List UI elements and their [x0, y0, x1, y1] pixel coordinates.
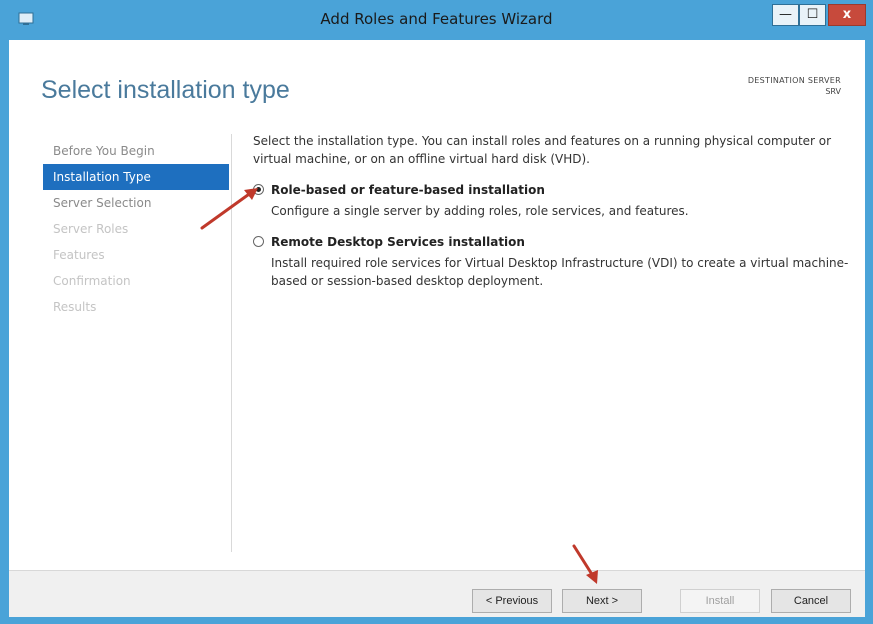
window-title: Add Roles and Features Wizard	[320, 10, 553, 28]
maximize-button[interactable]: ☐	[799, 4, 826, 26]
page-title: Select installation type	[41, 76, 290, 104]
option-remote-desktop-description: Install required role services for Virtu…	[271, 256, 849, 288]
close-button[interactable]: x	[828, 4, 866, 26]
wizard-client-area: Select installation type DESTINATION SER…	[9, 40, 865, 617]
option-role-based-description: Configure a single server by adding role…	[271, 204, 689, 218]
title-bar[interactable]: Add Roles and Features Wizard — ☐ x	[0, 0, 873, 40]
annotation-arrow-option	[200, 188, 258, 230]
option-role-based[interactable]: Role-based or feature-based installation…	[253, 182, 853, 220]
intro-text: Select the installation type. You can in…	[253, 134, 832, 166]
option-role-based-title[interactable]: Role-based or feature-based installation	[271, 182, 853, 198]
destination-server-name: SRV	[825, 87, 841, 96]
wizard-window: Add Roles and Features Wizard — ☐ x Sele…	[0, 0, 873, 624]
nav-item-confirmation: Confirmation	[53, 274, 131, 288]
content-pane: Select the installation type. You can in…	[253, 132, 853, 290]
button-bar: < Previous Next > Install Cancel	[9, 570, 865, 617]
option-remote-desktop-title[interactable]: Remote Desktop Services installation	[271, 234, 853, 250]
annotation-arrow-next	[572, 544, 598, 584]
nav-item-before-you-begin[interactable]: Before You Begin	[43, 138, 229, 164]
minimize-button[interactable]: —	[772, 4, 799, 26]
option-remote-desktop[interactable]: Remote Desktop Services installation Ins…	[253, 234, 853, 290]
install-button: Install	[680, 589, 760, 613]
nav-item-features: Features	[53, 248, 105, 262]
cancel-button[interactable]: Cancel	[771, 589, 851, 613]
destination-server-label: DESTINATION SERVER	[747, 76, 841, 85]
nav-item-results: Results	[53, 300, 97, 314]
radio-remote-desktop[interactable]	[253, 236, 264, 247]
next-button[interactable]: Next >	[562, 589, 642, 613]
previous-button[interactable]: < Previous	[472, 589, 552, 613]
